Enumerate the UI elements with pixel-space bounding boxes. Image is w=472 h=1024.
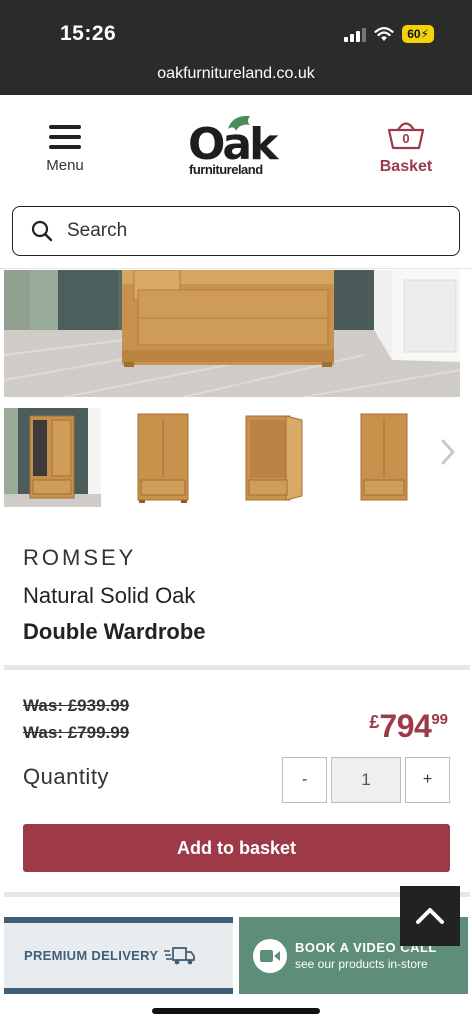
- quantity-input[interactable]: 1: [331, 757, 401, 803]
- status-time: 15:26: [60, 22, 117, 45]
- price-pence: 99: [431, 711, 448, 728]
- url-bar[interactable]: oakfurnitureland.co.uk: [0, 65, 472, 83]
- basket-label: Basket: [379, 158, 433, 175]
- quantity-label: Quantity: [23, 764, 109, 789]
- search-icon: [31, 220, 53, 242]
- search-bar[interactable]: [12, 206, 460, 256]
- product-main-image[interactable]: [4, 270, 460, 397]
- price-currency: £: [369, 712, 380, 732]
- menu-label: Menu: [46, 157, 84, 174]
- current-price: £79499: [369, 708, 448, 745]
- thumbnail-3[interactable]: [222, 408, 319, 507]
- add-to-basket-button[interactable]: Add to basket: [23, 824, 450, 872]
- back-to-top-button[interactable]: [400, 886, 460, 946]
- site-logo[interactable]: Oak furnitureland: [188, 115, 288, 179]
- chevron-up-icon: [416, 908, 444, 924]
- premium-delivery-label: PREMIUM DELIVERY: [24, 948, 159, 963]
- basket-count: 0: [402, 131, 410, 146]
- battery-icon: 60⚡: [402, 25, 434, 43]
- status-icons: 60⚡: [344, 25, 434, 43]
- delivery-truck-icon: [164, 946, 196, 964]
- home-indicator[interactable]: [152, 1008, 320, 1014]
- video-camera-icon: [253, 938, 287, 973]
- wardrobe-image: [4, 270, 460, 397]
- status-bar: 15:26 60⚡ oakfurnitureland.co.uk: [0, 0, 472, 95]
- product-title-block: ROMSEY Natural Solid Oak Double Wardrobe: [23, 545, 206, 645]
- premium-delivery-banner[interactable]: PREMIUM DELIVERY: [4, 917, 233, 994]
- video-call-subtitle: see our products in-store: [295, 957, 428, 971]
- was-price-1: Was: £939.99: [23, 696, 130, 715]
- hamburger-icon: [49, 125, 81, 149]
- product-subtitle: Natural Solid Oak: [23, 583, 196, 608]
- product-name: Double Wardrobe: [23, 619, 206, 644]
- quantity-decrease-button[interactable]: -: [282, 757, 327, 803]
- product-range: ROMSEY: [23, 545, 137, 570]
- basket-button[interactable]: 0 Basket: [376, 120, 436, 176]
- signal-icon: [344, 27, 367, 42]
- price-pounds: 794: [379, 708, 432, 744]
- site-header: Menu Oak furnitureland 0 Basket: [0, 95, 472, 205]
- wifi-icon: [374, 26, 394, 41]
- chevron-right-icon[interactable]: [440, 438, 456, 466]
- section-divider: [4, 665, 470, 670]
- divider: [0, 268, 472, 269]
- thumbnail-4[interactable]: [331, 408, 428, 507]
- search-input[interactable]: [67, 220, 447, 242]
- quantity-increase-button[interactable]: +: [405, 757, 450, 803]
- thumbnail-1[interactable]: [4, 408, 101, 507]
- menu-button[interactable]: Menu: [40, 125, 90, 174]
- thumbnail-2[interactable]: [113, 408, 210, 507]
- was-price-2: Was: £799.99: [23, 723, 130, 742]
- logo-sub: furnitureland: [189, 162, 263, 177]
- thumbnail-strip: [4, 408, 472, 508]
